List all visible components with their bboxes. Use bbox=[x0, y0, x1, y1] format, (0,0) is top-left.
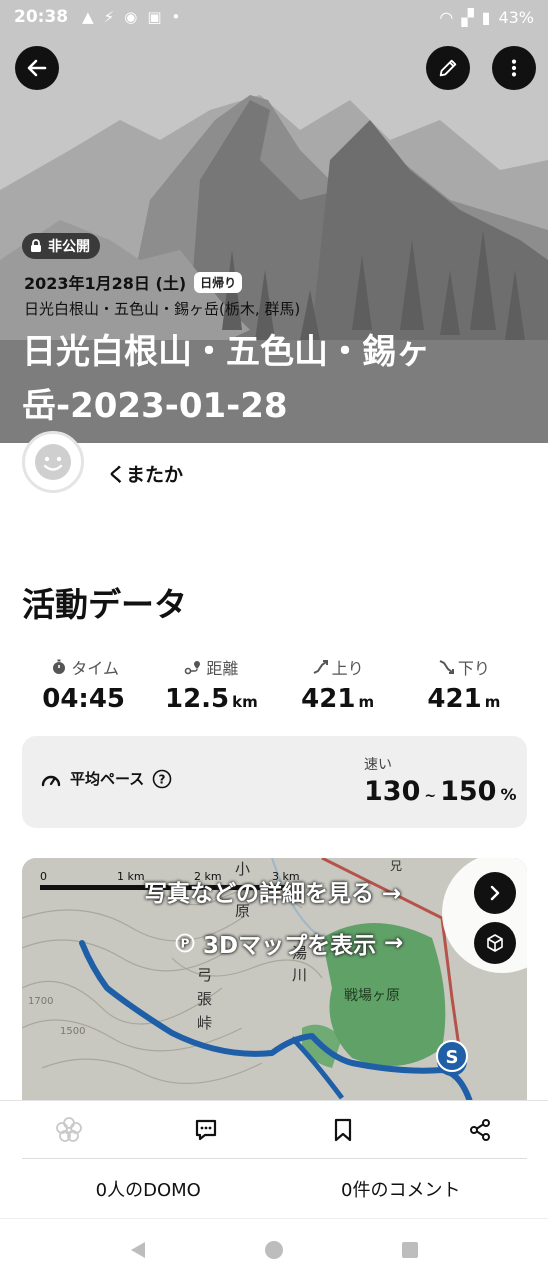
lock-icon bbox=[31, 239, 41, 252]
stat-label: タイム bbox=[71, 659, 119, 678]
activity-stats: タイム 04:45 距離 12.5 km 上り 421 m 下り 421 m bbox=[22, 656, 527, 714]
warning-icon: ▲ bbox=[82, 8, 94, 26]
view-details-link[interactable]: 写真などの詳細を見る → bbox=[144, 874, 401, 908]
battery-percent: 43% bbox=[498, 7, 534, 27]
details-button[interactable] bbox=[474, 872, 516, 914]
arrow-right-icon: → bbox=[382, 881, 402, 907]
stat-time: タイム 04:45 bbox=[22, 656, 148, 714]
edit-button[interactable] bbox=[426, 46, 470, 90]
activity-date-line: 2023年1月28日 (土) 日帰り bbox=[24, 270, 243, 294]
map-place-label: 張 bbox=[197, 990, 212, 1008]
svg-text:?: ? bbox=[159, 772, 166, 786]
map-contour-label: 1700 bbox=[28, 996, 53, 1007]
more-options-button[interactable] bbox=[492, 46, 536, 90]
show-3d-map-link[interactable]: P 3Dマップを表示 → bbox=[175, 926, 403, 960]
privacy-badge: 非公開 bbox=[22, 233, 100, 259]
cube-icon bbox=[487, 934, 503, 952]
pace-label: 平均ペース bbox=[70, 770, 145, 788]
bookmark-button[interactable] bbox=[274, 1101, 411, 1158]
mountain-area[interactable]: 日光白根山・五色山・錫ヶ岳(栃木, 群馬) bbox=[24, 298, 300, 319]
app-icon: ◉ bbox=[124, 8, 138, 26]
svg-text:P: P bbox=[181, 937, 190, 951]
smiley-face-icon bbox=[35, 444, 71, 480]
usb-icon: ⚡ bbox=[103, 8, 115, 26]
system-nav-bar bbox=[0, 1218, 548, 1280]
domo-flower-icon: D bbox=[55, 1116, 82, 1142]
day-trip-badge: 日帰り bbox=[194, 271, 243, 293]
svg-text:D: D bbox=[64, 1126, 72, 1137]
stat-unit: km bbox=[232, 693, 258, 711]
privacy-label: 非公開 bbox=[48, 239, 90, 255]
bookmark-icon bbox=[334, 1118, 351, 1141]
status-bar: 20:38 ▲ ⚡ ◉ ▣ • ◠ ▞ ▮ 43% bbox=[0, 0, 548, 34]
parking-icon: P bbox=[175, 933, 195, 953]
signal-icon: ▞ bbox=[461, 7, 474, 27]
descent-icon bbox=[439, 660, 454, 674]
stat-value: 421 bbox=[301, 684, 356, 714]
stat-label: 上り bbox=[331, 659, 364, 678]
map-place-label: 戦場ヶ原 bbox=[344, 988, 400, 1004]
arrow-left-icon bbox=[27, 59, 47, 77]
stat-label: 距離 bbox=[206, 659, 239, 678]
page-title: 日光白根山・五色山・錫ヶ岳-2023-01-28 bbox=[22, 332, 430, 426]
ascent-icon bbox=[313, 660, 328, 674]
average-pace-card[interactable]: 平均ペース ? 速い 130 ~150% bbox=[22, 736, 527, 828]
stat-value: 421 bbox=[427, 684, 482, 714]
speedometer-icon bbox=[41, 775, 61, 786]
domo-count[interactable]: 0人のDOMO bbox=[22, 1159, 275, 1218]
scale-label: 0 bbox=[40, 870, 47, 883]
stat-descent: 下り 421 m bbox=[401, 656, 527, 714]
battery-icon: ▮ bbox=[481, 7, 491, 27]
map-contour-label: 1500 bbox=[60, 1026, 85, 1037]
stat-distance: 距離 12.5 km bbox=[148, 656, 274, 714]
stat-ascent: 上り 421 m bbox=[275, 656, 401, 714]
pace-min: 130 bbox=[364, 776, 421, 807]
share-icon bbox=[469, 1118, 490, 1141]
pencil-icon bbox=[439, 59, 457, 77]
pace-value: 130 ~150% bbox=[364, 776, 517, 807]
start-marker-label: S bbox=[446, 1047, 459, 1068]
more-vertical-icon bbox=[511, 59, 517, 77]
comment-count[interactable]: 0件のコメント bbox=[275, 1159, 528, 1218]
route-distance-icon bbox=[185, 661, 201, 675]
arrow-right-icon: → bbox=[384, 930, 404, 956]
comment-icon bbox=[195, 1119, 216, 1140]
nav-home-icon[interactable] bbox=[263, 1239, 285, 1261]
map-place-label: 川 bbox=[292, 966, 307, 984]
dot-icon: • bbox=[171, 8, 181, 26]
stat-unit: m bbox=[484, 693, 501, 711]
calendar-icon: ▣ bbox=[147, 8, 162, 26]
pace-speed-label: 速い bbox=[364, 757, 392, 773]
activity-section-title: 活動データ bbox=[22, 585, 187, 624]
status-time: 20:38 bbox=[14, 7, 69, 27]
share-button[interactable] bbox=[411, 1101, 548, 1158]
comment-button[interactable] bbox=[137, 1101, 274, 1158]
map-place-label: 兄 bbox=[390, 859, 402, 873]
stat-unit: m bbox=[358, 693, 375, 711]
pace-tilde: ~ bbox=[424, 788, 437, 804]
action-bar: D bbox=[0, 1100, 548, 1158]
route-map[interactable]: 0 1 km 2 km 3 km 小 兄 原 湯 川 弓 張 峠 戦場ヶ原 17… bbox=[22, 858, 527, 1108]
stat-value: 04:45 bbox=[42, 684, 125, 714]
pace-unit: % bbox=[500, 785, 517, 804]
help-icon[interactable]: ? bbox=[152, 769, 172, 789]
reaction-counts: 0人のDOMO 0件のコメント bbox=[22, 1158, 527, 1218]
wifi-icon: ◠ bbox=[439, 7, 454, 27]
map-place-label: 弓 bbox=[197, 966, 212, 984]
nav-back-icon[interactable] bbox=[127, 1239, 149, 1261]
scale-label: 1 km bbox=[117, 870, 145, 883]
3d-map-button[interactable] bbox=[474, 922, 516, 964]
activity-date: 2023年1月28日 (土) bbox=[24, 274, 187, 293]
avatar[interactable] bbox=[22, 431, 84, 493]
back-button[interactable] bbox=[15, 46, 59, 90]
pace-max: 150 bbox=[440, 776, 497, 807]
stopwatch-icon bbox=[53, 659, 66, 674]
domo-button[interactable]: D bbox=[0, 1101, 137, 1158]
nav-recents-icon[interactable] bbox=[399, 1239, 421, 1261]
map-place-label: 峠 bbox=[197, 1014, 212, 1032]
chevron-right-icon bbox=[490, 885, 500, 901]
stat-label: 下り bbox=[457, 659, 490, 678]
user-name[interactable]: くまたか bbox=[107, 460, 183, 487]
stat-value: 12.5 bbox=[164, 684, 230, 714]
